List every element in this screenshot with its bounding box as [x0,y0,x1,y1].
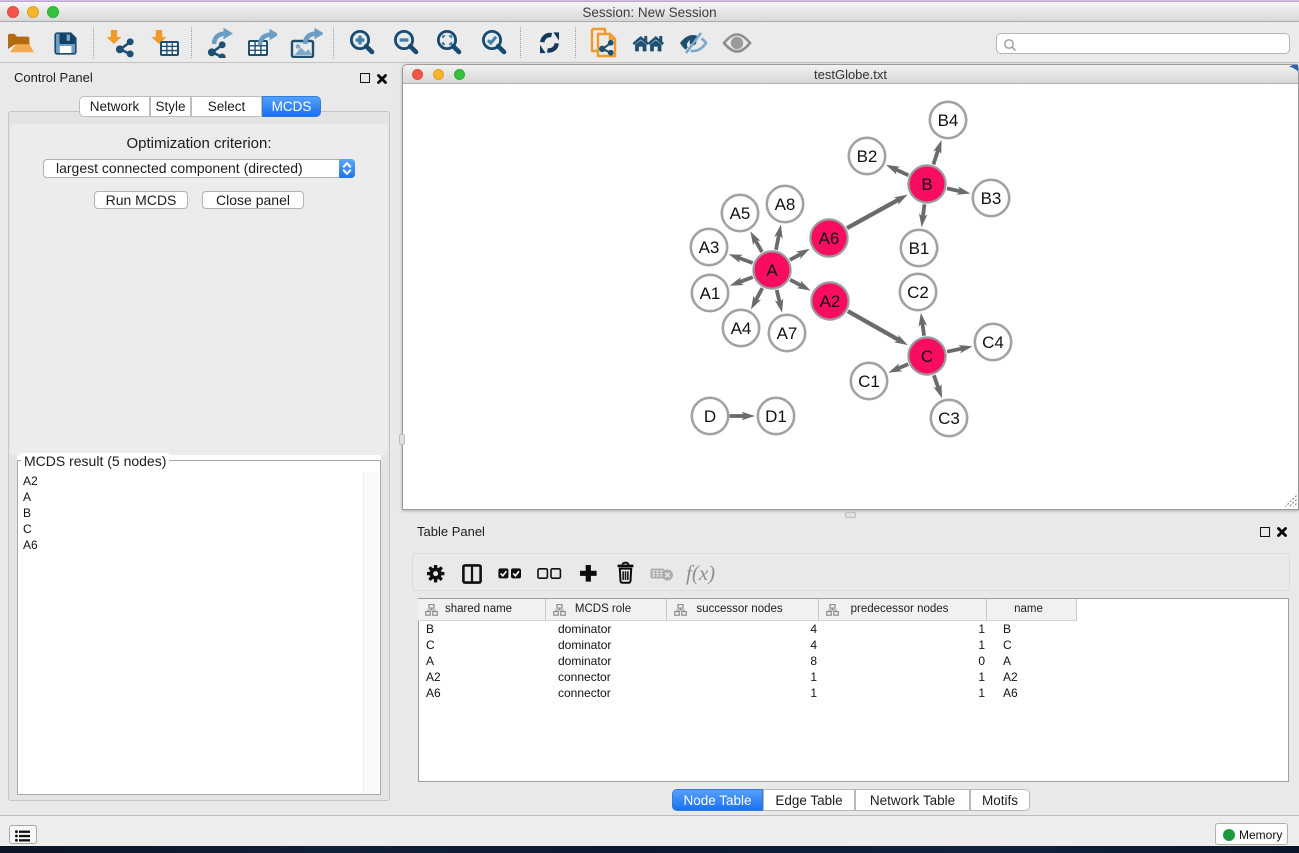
svg-text:C2: C2 [907,283,929,302]
svg-text:C4: C4 [982,333,1004,352]
svg-text:A7: A7 [777,324,798,343]
svg-text:B1: B1 [909,239,930,258]
svg-text:A3: A3 [699,238,720,257]
svg-text:A4: A4 [731,319,752,338]
svg-text:D: D [704,407,716,426]
svg-text:C: C [921,347,933,366]
svg-text:C1: C1 [858,372,880,391]
svg-text:A: A [766,261,778,280]
svg-text:B: B [921,175,932,194]
svg-text:A2: A2 [820,292,841,311]
svg-text:C3: C3 [938,409,960,428]
svg-text:B2: B2 [857,147,878,166]
svg-text:A5: A5 [730,204,751,223]
svg-text:B3: B3 [981,189,1002,208]
svg-text:A8: A8 [775,195,796,214]
svg-text:B4: B4 [938,111,959,130]
svg-text:A6: A6 [819,229,840,248]
svg-text:A1: A1 [700,284,721,303]
svg-text:D1: D1 [765,407,787,426]
